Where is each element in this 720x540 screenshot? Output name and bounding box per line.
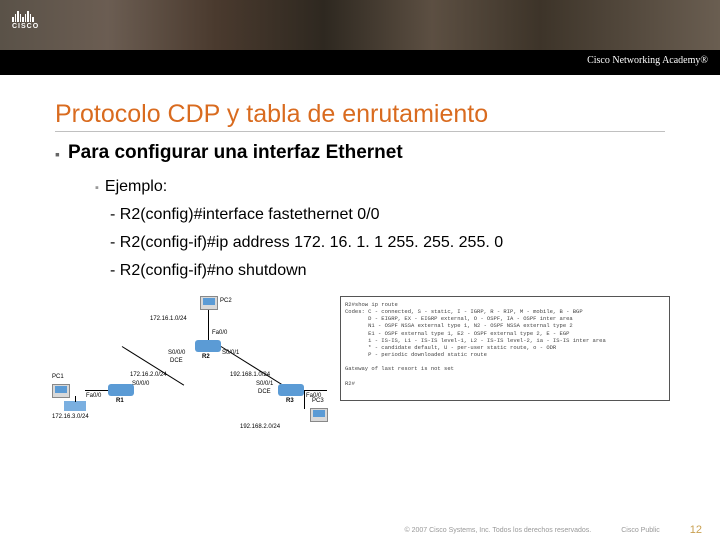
pc3-label: PC3 xyxy=(312,398,324,404)
r3-label: R3 xyxy=(286,398,294,404)
pc3-icon xyxy=(310,408,328,422)
slide-content: Protocolo CDP y tabla de enrutamiento Pa… xyxy=(0,75,720,280)
sub-bullet: Ejemplo: xyxy=(95,178,665,196)
dce-l: DCE xyxy=(170,358,183,364)
route-output-box: R2#show ip route Codes: C - connected, S… xyxy=(340,296,670,401)
r1-icon xyxy=(108,384,134,396)
academy-text: Cisco Networking Academy® xyxy=(587,55,708,66)
pc2-icon xyxy=(200,296,218,310)
slide-title: Protocolo CDP y tabla de enrutamiento xyxy=(55,100,665,132)
net-rightmid: 192.168.1.0/24 xyxy=(230,372,270,378)
r2-fa00: Fa0/0 xyxy=(212,330,227,336)
page-number: 12 xyxy=(690,524,702,536)
code-line-3: - R2(config-if)#no shutdown xyxy=(110,262,665,280)
pc2-label: PC2 xyxy=(220,298,232,304)
main-bullet: Para configurar una interfaz Ethernet xyxy=(55,142,665,164)
r3-icon xyxy=(278,384,304,396)
s000-r2l: S0/0/0 xyxy=(168,350,185,356)
cisco-logo: CISCO xyxy=(12,8,39,30)
net-leftmid: 172.16.2.0/24 xyxy=(130,372,167,378)
public-text: Cisco Public xyxy=(621,527,660,534)
pc1-icon xyxy=(52,384,70,398)
code-line-2: - R2(config-if)#ip address 172. 16. 1. 1… xyxy=(110,234,665,252)
net-leftbot: 172.16.3.0/24 xyxy=(52,414,89,420)
r3-s001: S0/0/1 xyxy=(256,381,273,387)
s001-r2r: S0/0/1 xyxy=(222,350,239,356)
main-bullet-text: Para configurar una interfaz Ethernet xyxy=(68,142,403,164)
net-top: 172.16.1.0/24 xyxy=(150,316,187,322)
copyright-text: © 2007 Cisco Systems, Inc. Todos los der… xyxy=(405,527,592,534)
header-photo-strip xyxy=(0,0,720,50)
r1-fa00: Fa0/0 xyxy=(86,393,101,399)
graphics-row: PC2 172.16.1.0/24 R2 Fa0/0 S0/0/0 DCE S0… xyxy=(0,296,720,434)
pc1-label: PC1 xyxy=(52,374,64,380)
r2-label: R2 xyxy=(202,354,210,360)
slide-footer: © 2007 Cisco Systems, Inc. Todos los der… xyxy=(0,520,720,540)
net-rightbot: 192.168.2.0/24 xyxy=(240,424,280,430)
logo-text: CISCO xyxy=(12,23,39,30)
r2-icon xyxy=(195,340,221,352)
r1-label: R1 xyxy=(116,398,124,404)
sub-bullet-text: Ejemplo: xyxy=(105,178,167,196)
dce-r: DCE xyxy=(258,389,271,395)
slide-header: CISCO Cisco Networking Academy® xyxy=(0,0,720,75)
switch-left xyxy=(64,401,86,411)
code-line-1: - R2(config)#interface fastethernet 0/0 xyxy=(110,206,665,224)
network-diagram: PC2 172.16.1.0/24 R2 Fa0/0 S0/0/0 DCE S0… xyxy=(50,296,330,434)
r1-s000: S0/0/0 xyxy=(132,381,149,387)
